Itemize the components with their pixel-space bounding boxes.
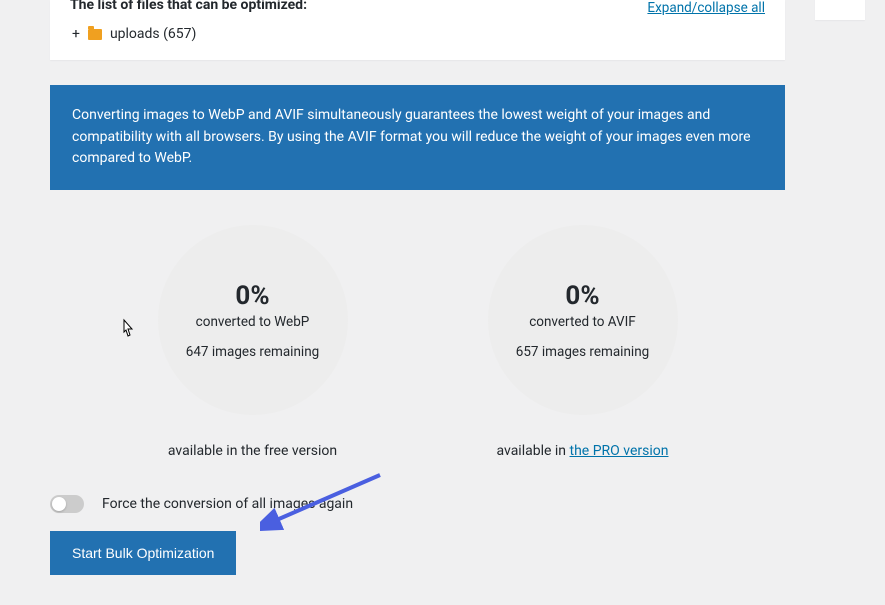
file-list-title: The list of files that can be optimized:	[70, 0, 307, 13]
file-list-header: The list of files that can be optimized:…	[70, 0, 765, 16]
percent-webp: 0%	[235, 281, 269, 311]
force-conversion-label: Force the conversion of all images again	[102, 496, 353, 512]
info-banner: Converting images to WebP and AVIF simul…	[50, 85, 785, 190]
remaining-webp: 647 images remaining	[186, 344, 319, 360]
stat-block-webp: 0% converted to WebP 647 images remainin…	[123, 225, 383, 459]
folder-icon	[88, 29, 102, 40]
available-avif-prefix: available in	[497, 443, 570, 459]
stat-block-avif: 0% converted to AVIF 657 images remainin…	[453, 225, 713, 459]
available-avif: available in the PRO version	[453, 443, 713, 459]
remaining-avif: 657 images remaining	[516, 344, 649, 360]
pro-version-link[interactable]: the PRO version	[570, 443, 669, 459]
stats-row: 0% converted to WebP 647 images remainin…	[50, 225, 785, 459]
force-conversion-toggle[interactable]	[50, 495, 84, 513]
progress-circle-avif: 0% converted to AVIF 657 images remainin…	[488, 225, 678, 415]
tree-row-uploads[interactable]: + uploads (657)	[70, 26, 765, 42]
tree-item-label: uploads (657)	[110, 26, 196, 42]
file-list-card: The list of files that can be optimized:…	[50, 0, 785, 60]
start-bulk-optimization-button[interactable]: Start Bulk Optimization	[50, 531, 236, 575]
percent-avif: 0%	[565, 281, 599, 311]
converted-label-avif: converted to AVIF	[529, 314, 636, 330]
progress-circle-webp: 0% converted to WebP 647 images remainin…	[158, 225, 348, 415]
plus-icon: +	[72, 27, 80, 41]
force-conversion-row: Force the conversion of all images again	[50, 495, 785, 513]
expand-collapse-link[interactable]: Expand/collapse all	[647, 0, 765, 16]
sidebar-right-panel	[815, 0, 865, 20]
converted-label-webp: converted to WebP	[196, 314, 310, 330]
info-banner-text: Converting images to WebP and AVIF simul…	[72, 107, 751, 166]
available-webp: available in the free version	[123, 443, 383, 459]
